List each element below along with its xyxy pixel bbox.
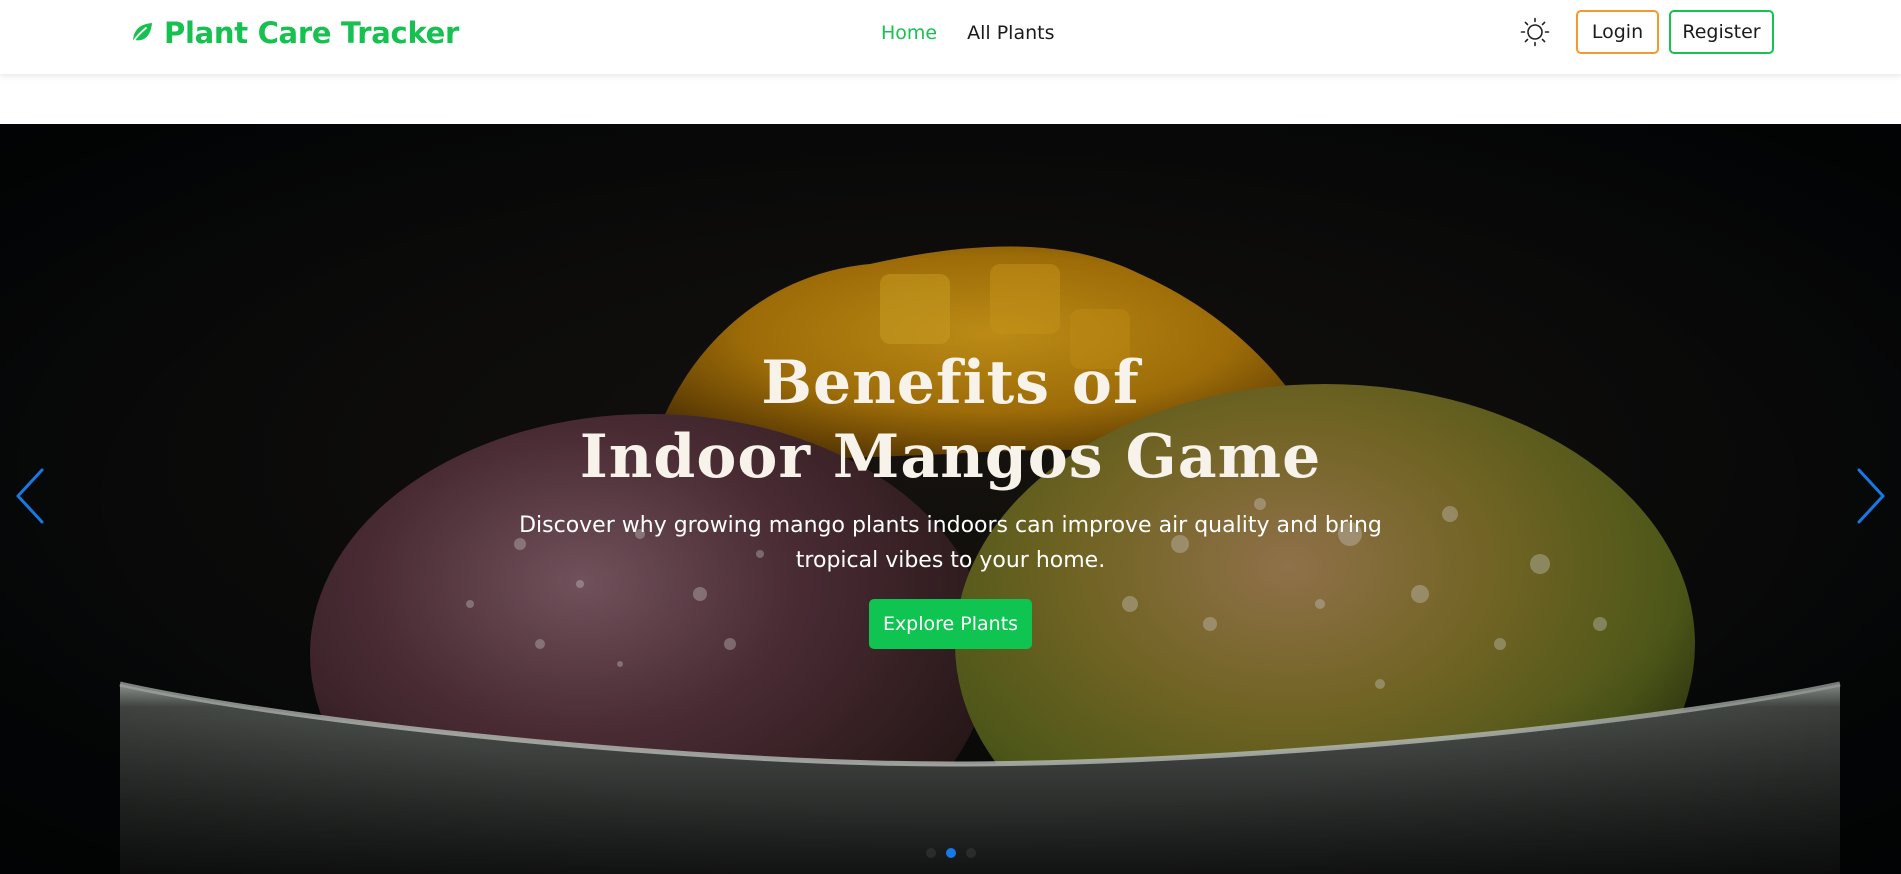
hero-subtitle: Discover why growing mango plants indoor…: [519, 513, 1382, 573]
chevron-left-icon: [15, 468, 45, 528]
leaf-icon: [130, 21, 154, 45]
carousel-dot-2[interactable]: [945, 848, 956, 858]
hero-carousel: Benefits of Indoor Mangos Game Discover …: [0, 124, 1901, 874]
hero-title-line-2: Indoor Mangos Game: [579, 422, 1322, 492]
chevron-right-icon: [1856, 468, 1886, 528]
carousel-dot-3[interactable]: [965, 848, 976, 858]
carousel-prev-button[interactable]: [10, 468, 50, 528]
sun-icon: [1520, 17, 1550, 51]
brand-name: Plant Care Tracker: [164, 16, 460, 50]
brand-logo-link[interactable]: Plant Care Tracker: [130, 14, 459, 52]
navbar: Plant Care Tracker Home All Plants Login…: [0, 0, 1901, 74]
explore-plants-button[interactable]: Explore Plants: [869, 599, 1032, 649]
theme-toggle-button[interactable]: [1518, 17, 1552, 51]
carousel-dot-1[interactable]: [925, 848, 936, 858]
hero-title-line-1: Benefits of: [761, 348, 1140, 418]
login-button[interactable]: Login: [1576, 10, 1659, 54]
hero-title: Benefits of Indoor Mangos Game: [450, 346, 1451, 494]
register-button[interactable]: Register: [1669, 10, 1774, 54]
carousel-pagination: [920, 846, 981, 860]
nav-link-home[interactable]: Home: [881, 22, 937, 44]
mango-hero-image: [0, 124, 1901, 874]
carousel-next-button[interactable]: [1851, 468, 1891, 528]
main-nav: Home All Plants: [881, 20, 1054, 46]
nav-link-all-plants[interactable]: All Plants: [967, 22, 1054, 44]
